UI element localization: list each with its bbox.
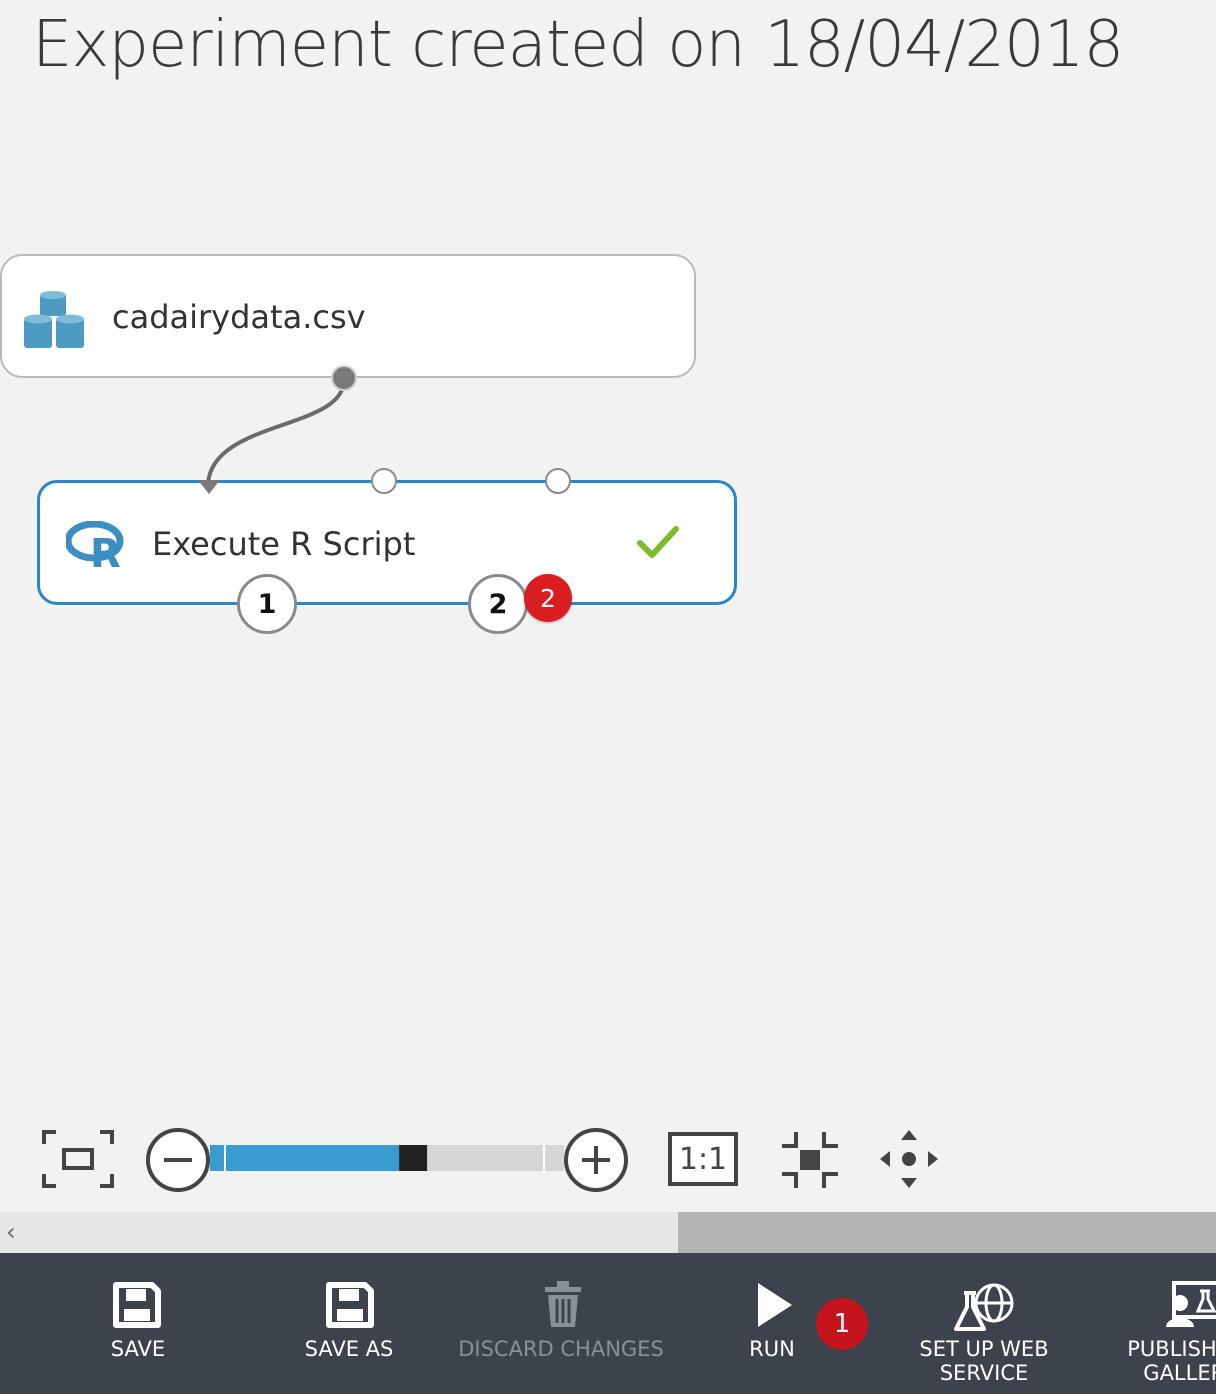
trash-icon <box>545 1281 581 1327</box>
execute-r-script-module[interactable]: R Execute R Script <box>37 480 737 605</box>
dataset-module[interactable]: cadairydata.csv <box>0 254 696 378</box>
horizontal-scrollbar[interactable]: ‹ <box>0 1212 1216 1253</box>
actual-size-button[interactable]: 1:1 <box>668 1132 738 1186</box>
r-logo-icon: R <box>66 521 124 569</box>
fit-to-screen-icon[interactable] <box>42 1130 114 1188</box>
publish-gallery-icon <box>1166 1281 1216 1327</box>
zoom-controls: 1:1 <box>0 1120 1216 1200</box>
save-as-icon <box>326 1282 374 1328</box>
zoom-in-icon[interactable] <box>562 1126 630 1194</box>
r-output-port-2[interactable]: 2 <box>468 574 528 634</box>
web-service-icon <box>954 1283 1014 1331</box>
scroll-left-icon[interactable]: ‹ <box>6 1218 16 1246</box>
zoom-to-selection-icon[interactable] <box>780 1130 840 1190</box>
callout-badge-1: 1 <box>816 1298 868 1350</box>
svg-text:R: R <box>90 531 121 569</box>
dataset-output-port[interactable] <box>330 364 358 392</box>
r-input-port-3[interactable] <box>545 468 571 494</box>
dataset-icon <box>24 291 84 348</box>
dataset-module-label: cadairydata.csv <box>112 298 366 336</box>
scrollbar-thumb[interactable] <box>678 1212 1216 1253</box>
save-icon <box>113 1282 161 1328</box>
publish-to-gallery-label: PUBLISH TO GALLERY <box>1127 1337 1216 1385</box>
command-toolbar: SAVE SAVE AS DISCARD CHANGES RUN SET UP … <box>0 1253 1216 1394</box>
r-script-module-label: Execute R Script <box>152 525 416 563</box>
zoom-slider[interactable] <box>210 1142 564 1174</box>
experiment-canvas[interactable]: cadairydata.csv R Execute R Script 1 2 2 <box>0 0 1216 1110</box>
callout-badge-2: 2 <box>524 574 572 622</box>
r-input-port-2[interactable] <box>371 468 397 494</box>
r-input-port-1[interactable] <box>196 478 222 496</box>
zoom-out-icon[interactable] <box>144 1126 212 1194</box>
r-output-port-1[interactable]: 1 <box>237 574 297 634</box>
publish-to-gallery-button[interactable]: PUBLISH TO GALLERY <box>1060 1253 1216 1394</box>
pan-icon[interactable] <box>878 1128 940 1190</box>
checkmark-icon <box>637 526 679 558</box>
play-icon <box>758 1283 792 1327</box>
